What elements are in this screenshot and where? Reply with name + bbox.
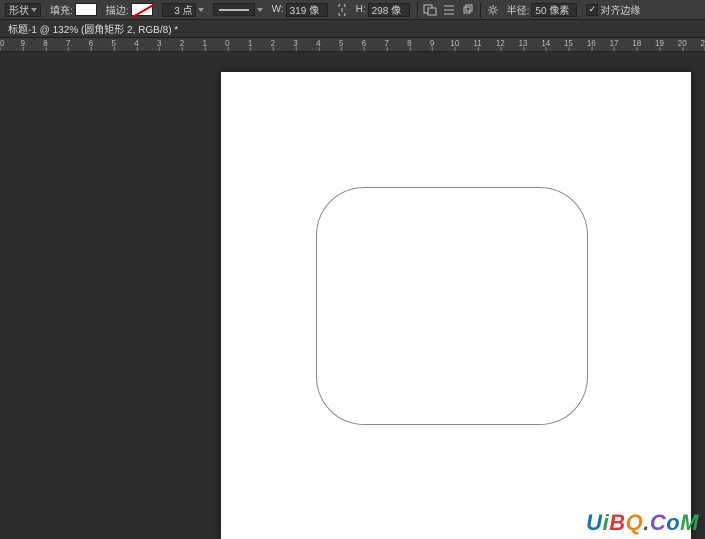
ruler-tick: 6: [89, 39, 93, 48]
ruler-tick: 2: [271, 39, 275, 48]
ruler-tick: 16: [587, 39, 596, 48]
align-edges-label: 对齐边缘: [600, 2, 640, 17]
ruler-tick: 1: [202, 39, 206, 48]
tool-mode-value: 形状: [9, 2, 29, 17]
ruler-tick: 13: [519, 39, 528, 48]
ruler-tick: 5: [339, 39, 343, 48]
ruler-tick: 0: [225, 39, 229, 48]
document-canvas[interactable]: [221, 72, 691, 539]
ruler-tick: 5: [111, 39, 115, 48]
width-input[interactable]: 319 像: [286, 3, 328, 17]
ruler-tick: 8: [407, 39, 411, 48]
ruler-tick: 9: [21, 39, 25, 48]
document-title: 标题-1 @ 132% (圆角矩形 2, RGB/8) *: [8, 21, 178, 36]
ruler-tick: 4: [316, 39, 320, 48]
watermark: UiBQ.CoM: [586, 510, 699, 536]
ruler-tick: 10: [0, 39, 4, 48]
chevron-down-icon[interactable]: [198, 8, 204, 12]
stroke-style-dropdown[interactable]: [213, 3, 255, 16]
ruler-tick: 8: [43, 39, 47, 48]
ruler-tick: 9: [430, 39, 434, 48]
ruler-tick: 6: [362, 39, 366, 48]
document-tab-bar: 标题-1 @ 132% (圆角矩形 2, RGB/8) *: [0, 20, 705, 38]
path-alignment-icon[interactable]: [441, 2, 457, 18]
radius-label: 半径:: [507, 2, 530, 17]
ruler-tick: 18: [632, 39, 641, 48]
ruler-tick: 15: [564, 39, 573, 48]
document-tab[interactable]: 标题-1 @ 132% (圆角矩形 2, RGB/8) *: [0, 20, 186, 37]
stroke-label: 描边:: [106, 2, 129, 17]
height-label: H:: [356, 4, 366, 15]
separator: [417, 2, 418, 18]
ruler-tick: 14: [541, 39, 550, 48]
stroke-width-input[interactable]: 3 点: [162, 3, 196, 17]
rounded-rectangle-shape[interactable]: [316, 187, 588, 425]
ruler-tick: 2: [180, 39, 184, 48]
ruler-tick: 3: [293, 39, 297, 48]
canvas-workspace: [0, 52, 705, 539]
ruler-tick: 12: [496, 39, 505, 48]
ruler-tick: 20: [678, 39, 687, 48]
chevron-down-icon[interactable]: [257, 8, 263, 12]
ruler-tick: 21: [701, 39, 705, 48]
tool-mode-dropdown[interactable]: 形状: [5, 3, 41, 17]
ruler-tick: 17: [610, 39, 619, 48]
fill-label: 填充:: [50, 2, 73, 17]
ruler-tick: 7: [384, 39, 388, 48]
shape-tool-options-bar: 形状 填充: 描边: 3 点 W: 319 像 H: 298 像: [0, 0, 705, 20]
align-edges-checkbox[interactable]: ✓: [586, 4, 598, 16]
gear-icon[interactable]: [485, 2, 501, 18]
ruler-tick: 4: [134, 39, 138, 48]
stroke-style-preview: [219, 9, 249, 11]
path-operations-icon[interactable]: [422, 2, 438, 18]
separator: [480, 2, 481, 18]
height-input[interactable]: 298 像: [368, 3, 410, 17]
stroke-color-swatch[interactable]: [131, 3, 153, 16]
link-wh-icon[interactable]: [334, 2, 350, 18]
width-label: W:: [272, 4, 284, 15]
ruler-tick: 19: [655, 39, 664, 48]
horizontal-ruler: 1098765432101234567891011121314151617181…: [0, 38, 705, 52]
chevron-down-icon: [31, 8, 37, 12]
ruler-tick: 1: [248, 39, 252, 48]
ruler-tick: 7: [66, 39, 70, 48]
ruler-tick: 11: [473, 39, 481, 48]
ruler-tick: 3: [157, 39, 161, 48]
radius-input[interactable]: 50 像素: [531, 3, 577, 17]
path-arrange-icon[interactable]: [460, 2, 476, 18]
ruler-tick: 10: [450, 39, 459, 48]
fill-color-swatch[interactable]: [75, 3, 97, 16]
check-icon: ✓: [589, 4, 597, 15]
